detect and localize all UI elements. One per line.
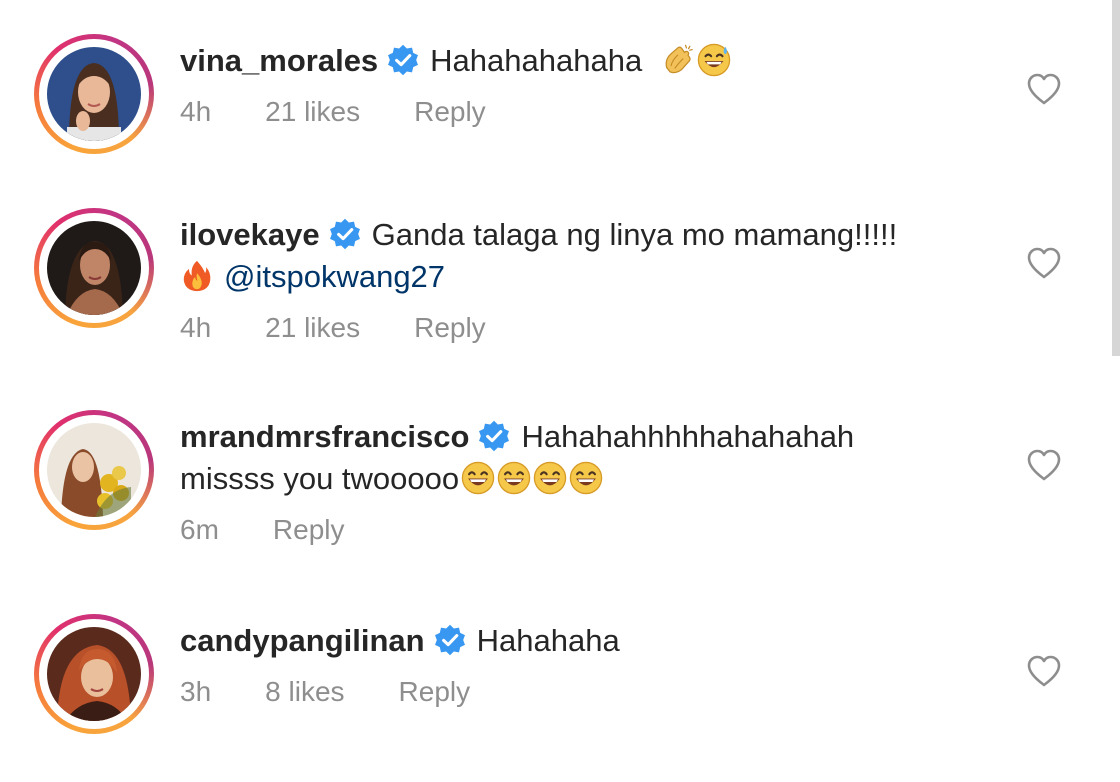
- like-heart-icon[interactable]: [1026, 448, 1062, 482]
- like-heart-icon[interactable]: [1026, 246, 1062, 280]
- avatar[interactable]: [47, 423, 141, 517]
- comment-meta: 4h 21 likes Reply: [180, 312, 990, 344]
- laughing-face-icon: [497, 461, 531, 495]
- likes-count[interactable]: 21 likes: [265, 96, 360, 127]
- story-ring[interactable]: [34, 614, 154, 734]
- username[interactable]: candypangilinan: [180, 623, 425, 658]
- username[interactable]: mrandmrsfrancisco: [180, 419, 469, 454]
- comment-body: candypangilinan Hahahaha 3h 8 likes Reply: [180, 620, 990, 708]
- comment-text: Hahahahahaha: [430, 43, 643, 78]
- comment-time: 4h: [180, 312, 212, 343]
- verified-badge-icon: [433, 623, 467, 657]
- story-ring[interactable]: [34, 34, 154, 154]
- comment-meta: 6m Reply: [180, 514, 990, 546]
- laughing-face-icon: [461, 461, 495, 495]
- comment-body: vina_morales Hahahahahaha 4h 21 likes Reply: [180, 40, 990, 128]
- comment-time: 4h: [180, 96, 212, 127]
- story-ring[interactable]: [34, 410, 154, 530]
- mention-link[interactable]: @itspokwang27: [224, 259, 445, 294]
- story-ring[interactable]: [34, 208, 154, 328]
- likes-count[interactable]: 8 likes: [265, 676, 344, 707]
- avatar[interactable]: [47, 221, 141, 315]
- comment-body: ilovekaye Ganda talaga ng linya mo mamang…: [180, 214, 990, 344]
- laughing-face-icon: [569, 461, 603, 495]
- likes-count[interactable]: 21 likes: [265, 312, 360, 343]
- comment-text: missss you twooooo: [180, 461, 460, 496]
- like-heart-icon[interactable]: [1026, 72, 1062, 106]
- comment-meta: 3h 8 likes Reply: [180, 676, 990, 708]
- comment-meta: 4h 21 likes Reply: [180, 96, 990, 128]
- like-heart-icon[interactable]: [1026, 654, 1062, 688]
- comment-text: Ganda talaga ng linya mo mamang!!!!!: [371, 217, 898, 252]
- verified-badge-icon: [477, 419, 511, 453]
- comment-time: 3h: [180, 676, 212, 707]
- comment-body: mrandmrsfrancisco Hahahahhhhhahahahah mis…: [180, 416, 990, 546]
- clapping-hands-icon: [661, 43, 695, 77]
- reply-button[interactable]: Reply: [273, 514, 345, 545]
- comment-text: Hahahahhhhhahahahah: [521, 419, 855, 454]
- reply-button[interactable]: Reply: [399, 676, 471, 707]
- avatar[interactable]: [47, 47, 141, 141]
- laughing-face-icon: [533, 461, 567, 495]
- comment-text: Hahahaha: [476, 623, 620, 658]
- verified-badge-icon: [386, 43, 420, 77]
- scrollbar[interactable]: [1112, 0, 1120, 356]
- avatar[interactable]: [47, 627, 141, 721]
- grinning-sweat-icon: [697, 43, 731, 77]
- reply-button[interactable]: Reply: [414, 96, 486, 127]
- username[interactable]: ilovekaye: [180, 217, 320, 252]
- comment-time: 6m: [180, 514, 219, 545]
- username[interactable]: vina_morales: [180, 43, 378, 78]
- verified-badge-icon: [328, 217, 362, 251]
- reply-button[interactable]: Reply: [414, 312, 486, 343]
- fire-icon: [180, 259, 214, 293]
